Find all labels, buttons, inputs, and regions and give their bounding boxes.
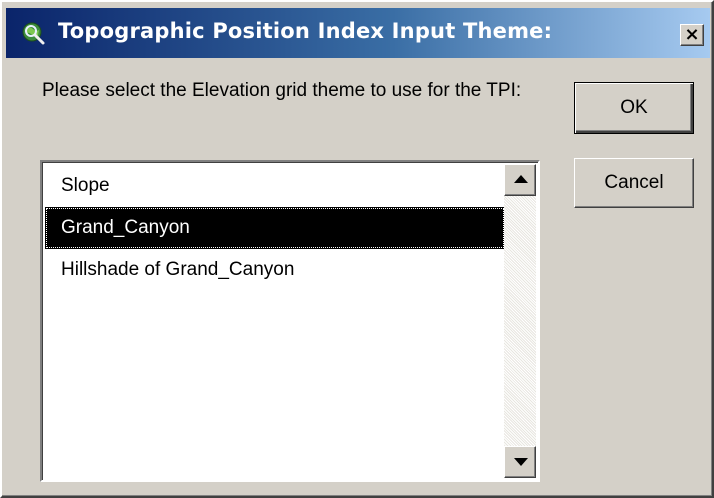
list-item[interactable]: Slope (45, 165, 505, 207)
scroll-up-button[interactable] (504, 164, 536, 196)
title-bar[interactable]: Topographic Position Index Input Theme: … (6, 8, 710, 58)
list-items: Slope Grand_Canyon Hillshade of Grand_Ca… (45, 165, 505, 291)
ok-button[interactable]: OK (574, 82, 694, 134)
prompt-text: Please select the Elevation grid theme t… (42, 80, 522, 101)
close-icon: × (684, 24, 700, 45)
globe-magnifier-icon (20, 20, 46, 46)
list-item-selected[interactable]: Grand_Canyon (45, 207, 505, 249)
arrow-down-icon (514, 458, 528, 466)
list-item[interactable]: Hillshade of Grand_Canyon (45, 249, 505, 291)
cancel-button[interactable]: Cancel (574, 158, 694, 208)
scroll-down-button[interactable] (504, 446, 536, 478)
dialog-window: Topographic Position Index Input Theme: … (0, 0, 714, 498)
close-button[interactable]: × (680, 24, 704, 46)
theme-listbox[interactable]: Slope Grand_Canyon Hillshade of Grand_Ca… (40, 160, 540, 482)
window-title: Topographic Position Index Input Theme: (58, 19, 553, 43)
vertical-scrollbar[interactable] (504, 164, 536, 478)
arrow-up-icon (514, 175, 528, 183)
